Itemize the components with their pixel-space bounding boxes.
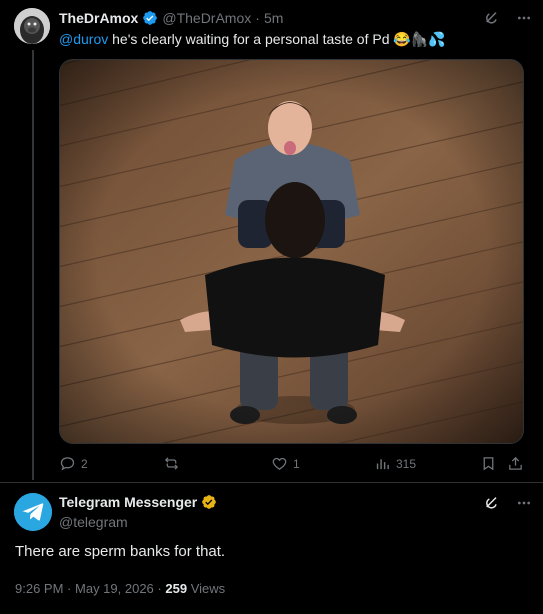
bookmark-button[interactable] (480, 455, 497, 472)
tweet2-display-name[interactable]: Telegram Messenger (59, 494, 197, 510)
tweet1-action-bar: 2 1 315 (59, 455, 529, 475)
tweet2-text: There are sperm banks for that. (15, 543, 226, 560)
avatar-thedramox[interactable] (14, 8, 50, 44)
tweet1-emoji: 😂🦍💦 (393, 31, 446, 47)
reply-button[interactable]: 2 (59, 455, 88, 472)
gorilla-avatar-icon (14, 8, 50, 44)
grok-icon[interactable] (484, 10, 500, 26)
tweet1-top-actions (484, 10, 532, 26)
tweet2-handle[interactable]: @telegram (59, 514, 128, 530)
share-button[interactable] (507, 455, 524, 472)
tweet2-top-actions (484, 495, 532, 511)
tweet1-media-photo[interactable] (59, 59, 524, 444)
verified-badge-icon (143, 11, 158, 25)
meta-dot: · (67, 581, 72, 596)
tweet2-header: Telegram Messenger (59, 494, 217, 510)
views-icon (376, 459, 389, 470)
repost-icon (164, 457, 179, 470)
mention-link[interactable]: @durov (59, 31, 108, 47)
views-button[interactable]: 315 (374, 455, 416, 472)
like-button[interactable]: 1 (271, 455, 300, 472)
tweet1-time[interactable]: 5m (264, 10, 283, 26)
telegram-logo-icon (14, 493, 52, 531)
repost-button[interactable] (163, 455, 185, 472)
thread-connector-line (32, 50, 34, 480)
meta-dot-2: · (157, 581, 162, 596)
tweet2-views-count: 259 (165, 581, 188, 596)
photo-vignette (60, 60, 523, 443)
reply-icon (60, 457, 75, 471)
grok-icon[interactable] (484, 495, 500, 511)
gold-verified-badge-icon (202, 495, 217, 509)
reply-count: 2 (81, 456, 88, 471)
tweet1-body: he's clearly waiting for a personal tast… (108, 31, 390, 47)
tweet1-handle[interactable]: @TheDrAmox (162, 10, 251, 26)
bookmark-icon (483, 457, 494, 471)
tweet1-separator: · (255, 10, 260, 26)
share-icon (509, 456, 522, 470)
tweet2-date[interactable]: May 19, 2026 (75, 581, 154, 596)
avatar-telegram[interactable] (14, 493, 52, 531)
tweet2-views-label: Views (190, 581, 226, 596)
tweet2-time[interactable]: 9:26 PM (15, 581, 63, 596)
like-count: 1 (293, 456, 300, 471)
views-count: 315 (396, 456, 417, 471)
tweet1-text: @durov he's clearly waiting for a person… (59, 31, 446, 48)
more-icon[interactable] (516, 495, 532, 511)
tweet2-meta: 9:26 PM · May 19, 2026 · 259 Views (15, 581, 225, 596)
tweet1-header: TheDrAmox @TheDrAmox · 5m (59, 10, 283, 26)
tweet1-display-name[interactable]: TheDrAmox (59, 10, 138, 26)
tweet-divider (0, 482, 543, 483)
like-icon (272, 457, 287, 470)
more-icon[interactable] (516, 10, 532, 26)
